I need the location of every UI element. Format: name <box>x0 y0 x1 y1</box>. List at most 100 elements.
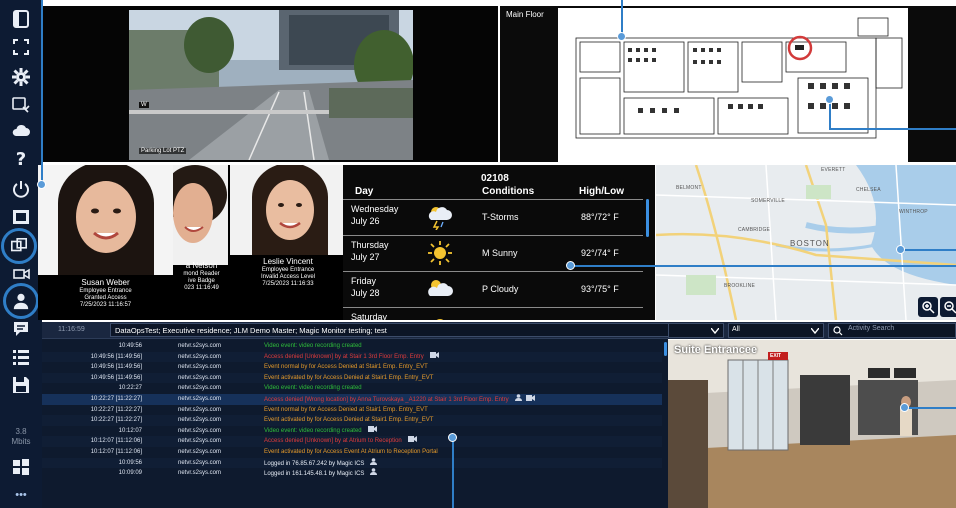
weather-date: July 26 <box>351 216 380 226</box>
zoom-out-icon[interactable] <box>940 297 956 317</box>
log-row[interactable]: 10:22:27 [11:22:27] netvr.s2sys.com Access… <box>42 394 662 405</box>
log-row[interactable]: 10:09:09 netvr.s2sys.com Logged in 161.145… <box>42 468 662 479</box>
bandwidth-unit: Mbits <box>11 437 31 446</box>
floor-plan-panel[interactable]: Main Floor <box>500 6 956 162</box>
more-icon[interactable]: ••• <box>9 484 33 506</box>
site-dropdown[interactable] <box>668 323 724 338</box>
face-card-2[interactable]: Leslie Vincent Employee Entrance Invalid… <box>230 165 343 320</box>
callout-marker <box>448 433 457 442</box>
log-row[interactable]: 10:22:27 [11:22:27] netvr.s2sys.com Event … <box>42 415 662 426</box>
log-message-text: Event activated by for Access Event At A… <box>264 449 438 455</box>
face-status: Invalid Access Level <box>260 274 316 280</box>
weather-scrollbar[interactable] <box>646 199 649 237</box>
log-host: netvr.s2sys.com <box>178 396 222 402</box>
weather-col-conditions: Conditions <box>482 186 535 197</box>
log-row[interactable]: 10:49:56 [11:49:56] netvr.s2sys.com Access… <box>42 351 662 363</box>
camera-tag: W <box>139 102 149 108</box>
list-icon[interactable] <box>9 346 33 368</box>
message-icon[interactable] <box>9 318 33 340</box>
cloud-icon[interactable] <box>9 120 33 142</box>
windows-icon[interactable] <box>9 456 33 478</box>
log-host: netvr.s2sys.com <box>178 364 222 371</box>
map-label: WINTHROP <box>899 209 928 215</box>
log-row[interactable]: 10:49:56 netvr.s2sys.com Video event: vide… <box>42 341 662 352</box>
callout-line <box>452 437 454 508</box>
log-time: 10:22:27 [11:22:27] <box>90 396 142 402</box>
log-row[interactable]: 10:22:27 [11:22:27] netvr.s2sys.com Event … <box>42 404 662 416</box>
bandwidth-readout: 3.8 Mbits <box>0 427 42 447</box>
security-dashboard: ? 3.8 Mbits ••• W Parking Lot PTZ Main F… <box>0 0 956 508</box>
fullscreen-icon[interactable] <box>9 36 33 58</box>
parking-camera-feed <box>129 10 413 160</box>
weather-day-name: Wednesday <box>351 204 399 214</box>
log-header: 11:16:59 DataOpsTest; Executive residenc… <box>42 322 668 339</box>
log-host: netvr.s2sys.com <box>178 406 222 413</box>
event-type-dropdown[interactable]: All <box>728 323 824 338</box>
camera-label: Parking Lot PTZ <box>139 148 187 154</box>
log-row[interactable]: 10:49:56 [11:49:56] netvr.s2sys.com Event … <box>42 362 662 373</box>
weather-panel: 02108 Day Conditions High/Low Wednesday J… <box>343 165 655 320</box>
monitor-view-icon[interactable] <box>1 228 37 264</box>
sunny-icon <box>428 241 452 265</box>
weather-day: Thursday July 27 <box>351 239 389 263</box>
log-row[interactable]: 10:49:56 [11:49:56] netvr.s2sys.com Event … <box>42 372 662 384</box>
log-time: 10:22:27 <box>118 385 142 392</box>
log-host: netvr.s2sys.com <box>178 459 222 466</box>
face-caption-0: Susan Weber Employee Entrance Granted Ac… <box>38 275 173 320</box>
video-camera-icon[interactable] <box>367 425 377 437</box>
zoom-in-icon[interactable] <box>918 297 938 317</box>
log-message-text: Logged in 161.145.48.1 by Magic ICS <box>264 471 365 478</box>
log-host: netvr.s2sys.com <box>178 374 222 381</box>
video-camera-icon[interactable] <box>407 436 417 447</box>
power-icon[interactable] <box>9 178 33 200</box>
sidebar: ? 3.8 Mbits ••• <box>0 0 42 508</box>
log-message-text: Access denied [Unknown] by at Stair 1 3r… <box>264 353 424 360</box>
callout-line <box>41 0 43 184</box>
log-scrollbar[interactable] <box>664 342 667 356</box>
help-icon[interactable]: ? <box>9 148 33 170</box>
weather-date: July 28 <box>351 288 380 298</box>
log-time: 10:09:56 <box>118 459 142 466</box>
log-row[interactable]: 10:12:07 [11:12:06] netvr.s2sys.com Event … <box>42 447 662 458</box>
event-type-value: All <box>732 326 740 333</box>
panel-toggle-icon[interactable] <box>9 8 33 30</box>
log-time: 10:12:07 <box>118 427 142 434</box>
map-label: EVERETT <box>821 167 846 173</box>
video-camera-icon[interactable] <box>429 351 439 363</box>
callout-line <box>621 0 623 36</box>
map-panel[interactable]: EVERETT BELMONT SOMERVILLE CHELSEA WINTH… <box>656 165 956 320</box>
log-row[interactable]: 10:12:07 netvr.s2sys.com Video event: vide… <box>42 425 662 437</box>
log-host: netvr.s2sys.com <box>178 417 222 424</box>
settings-gear-icon[interactable] <box>9 66 33 88</box>
face-time: 023 11:16:49 <box>184 285 219 291</box>
weather-row: Friday July 28 P Cloudy 93°/75° F <box>343 271 643 307</box>
log-row[interactable]: 10:22:27 netvr.s2sys.com Video event: vide… <box>42 383 662 394</box>
person-icon[interactable] <box>3 283 39 319</box>
callout-line <box>904 407 956 409</box>
face-card-0[interactable]: Susan Weber Employee Entrance Granted Ac… <box>38 165 173 320</box>
log-time: 10:22:27 [11:22:27] <box>90 417 142 424</box>
face-card-1[interactable]: a Nelson mond Reader ive Badge 023 11:16… <box>163 165 228 320</box>
suite-camera-panel[interactable]: EXIT Suite Entrancee <box>668 340 956 508</box>
callout-marker <box>896 245 905 254</box>
weather-zip: 02108 <box>481 173 509 184</box>
log-message: Event activated by for Access Denied at … <box>264 415 433 426</box>
log-host: netvr.s2sys.com <box>178 438 222 445</box>
weather-conditions: M Sunny <box>482 248 518 258</box>
pan-view-icon[interactable] <box>9 262 33 284</box>
exit-sign: EXIT <box>770 353 782 359</box>
face-door: mond Reader <box>183 271 220 277</box>
sunny-icon <box>436 319 444 320</box>
cloudy-icon <box>428 280 453 296</box>
site-filter-field[interactable]: DataOpsTest; Executive residence; JLM De… <box>110 323 668 337</box>
log-message: Event activated by for Access Event At A… <box>264 447 438 458</box>
layout-editor-icon[interactable] <box>9 94 33 116</box>
person-icon[interactable] <box>370 468 378 480</box>
face-door: Employee Entrance <box>79 288 132 294</box>
callout-line <box>900 249 956 251</box>
video-wall-icon[interactable] <box>9 206 33 228</box>
log-row[interactable]: 10:09:56 netvr.s2sys.com Logged in 76.85.6… <box>42 457 662 469</box>
log-row[interactable]: 10:12:07 [11:12:06] netvr.s2sys.com Access… <box>42 436 662 447</box>
parking-camera-panel[interactable]: W Parking Lot PTZ <box>42 6 498 162</box>
save-icon[interactable] <box>9 374 33 396</box>
